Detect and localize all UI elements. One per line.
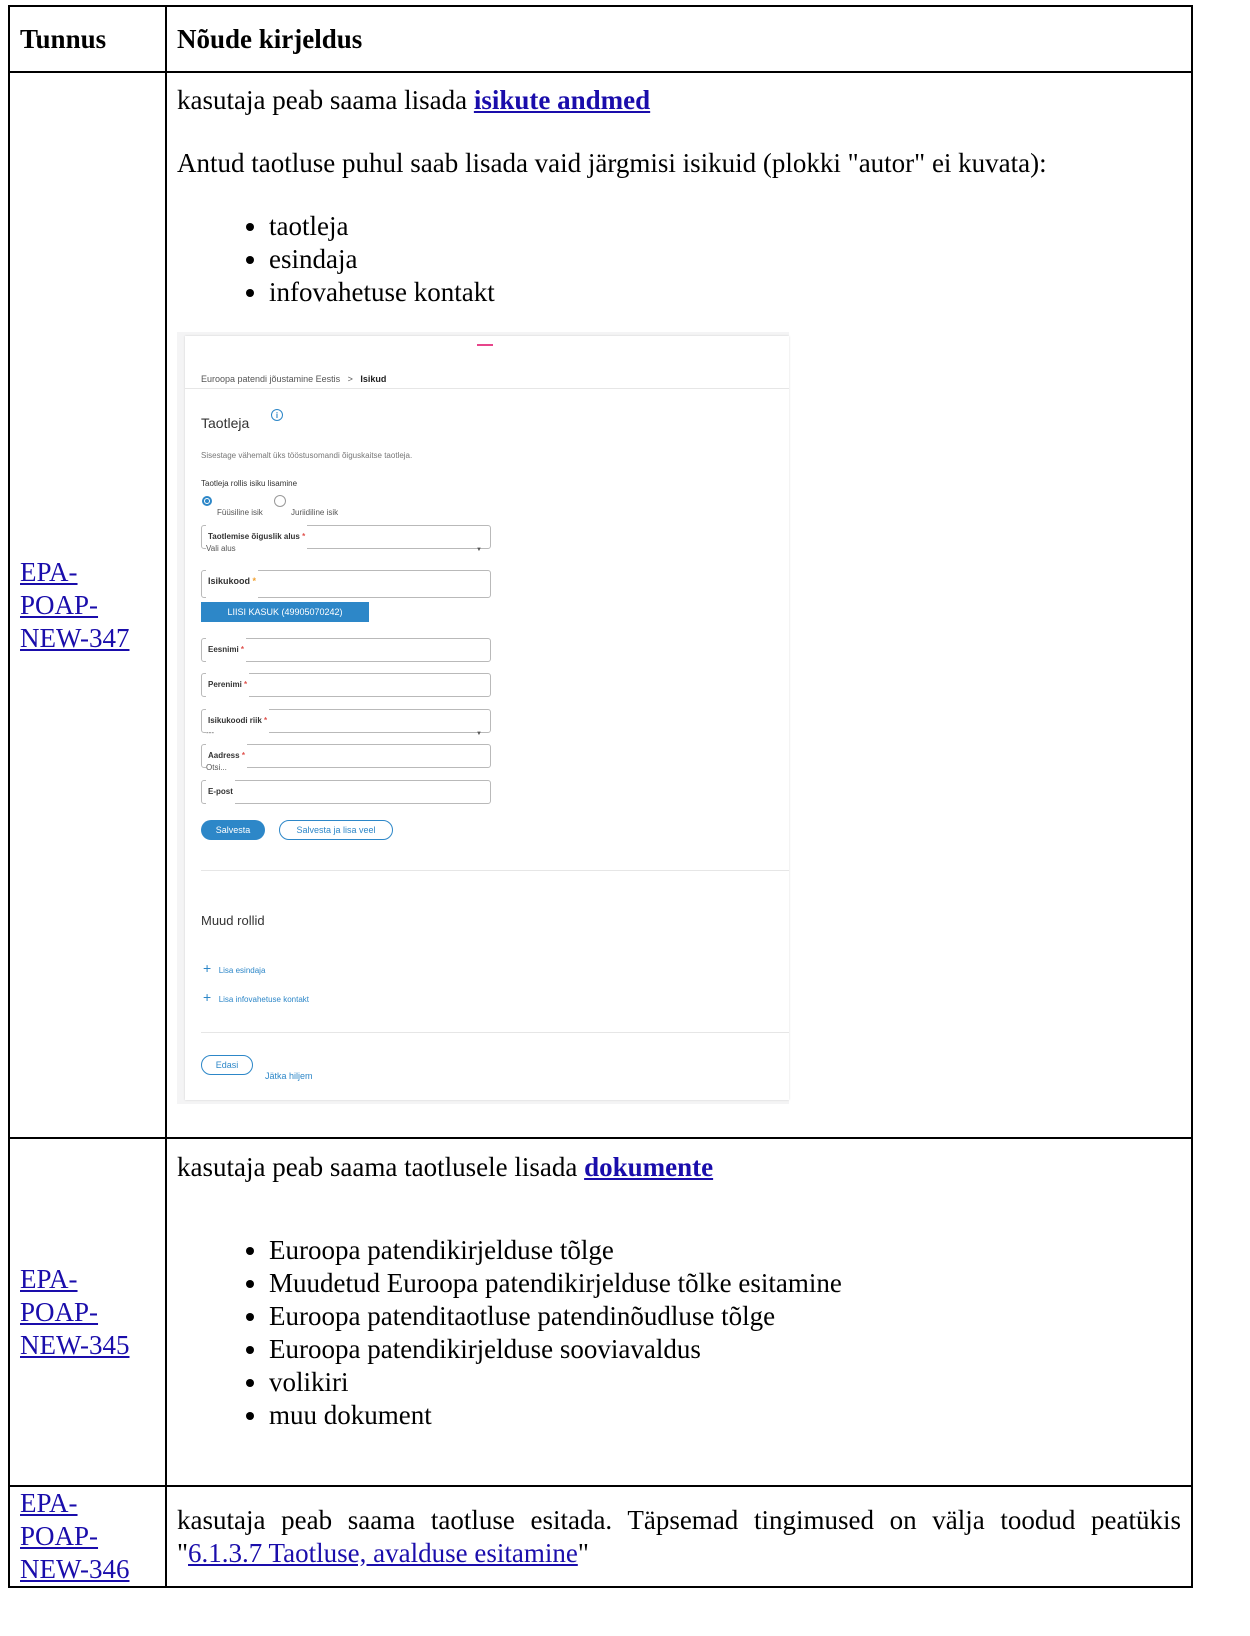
field-label: E-post	[206, 775, 235, 808]
plus-icon: +	[203, 960, 212, 976]
field-value: Vali alus	[206, 544, 236, 553]
breadcrumb: Euroopa patendi jõustamine Eestis > Isik…	[201, 363, 386, 396]
country-select[interactable]: Isikukoodi riik * --- ▼	[201, 704, 491, 737]
requirement-intro: kasutaja peab saama taotlusele lisada do…	[177, 1151, 1181, 1184]
requirement-id-part: EPA-POAP-	[20, 1488, 99, 1551]
header-tunnus: Tunnus	[8, 5, 167, 73]
list-item: Euroopa patendikirjelduse tõlge	[269, 1234, 1181, 1267]
section-title: Taotleja	[201, 415, 250, 431]
requirement-id-link[interactable]: EPA-POAP- NEW-345	[20, 1264, 129, 1360]
chevron-down-icon: ▼	[476, 547, 482, 553]
embedded-screenshot: Euroopa patendi jõustamine Eestis > Isik…	[177, 332, 789, 1104]
requirement-text-part: "	[577, 1537, 589, 1568]
documents-link[interactable]: dokumente	[584, 1152, 713, 1182]
header-noude-kirjeldus: Nõude kirjeldus	[165, 5, 1193, 73]
table-header-row: Tunnus Nõude kirjeldus	[8, 5, 1193, 73]
requirement-id-part: NEW-345	[20, 1329, 130, 1360]
requirement-id-cell: EPA-POAP- NEW-346	[8, 1485, 167, 1588]
requirement-id-part: NEW-347	[20, 622, 130, 653]
table-row: EPA-POAP- NEW-347 kasutaja peab saama li…	[8, 71, 1193, 1139]
documents-list: Euroopa patendikirjelduse tõlge Muudetud…	[177, 1234, 1181, 1432]
first-name-input[interactable]: Eesnimi *	[201, 633, 491, 666]
divider	[201, 870, 789, 871]
intro-text: kasutaja peab saama lisada	[177, 85, 474, 115]
add-contact-link[interactable]: + Lisa infovahetuse kontakt	[203, 977, 309, 1016]
persons-list: taotleja esindaja infovahetuse kontakt	[177, 210, 1181, 309]
breadcrumb-current: Isikud	[360, 374, 387, 384]
requirement-description-cell: kasutaja peab saama taotlusele lisada do…	[165, 1137, 1193, 1487]
email-input[interactable]: E-post	[201, 775, 491, 808]
requirement-id-part: NEW-346	[20, 1554, 130, 1584]
add-contact-label: Lisa infovahetuse kontakt	[218, 995, 309, 1004]
chapter-link[interactable]: 6.1.3.7 Taotluse, avalduse esitamine	[188, 1538, 578, 1568]
save-and-add-button[interactable]: Salvesta ja lisa veel	[279, 820, 393, 840]
requirement-intro: kasutaja peab saama lisada isikute andme…	[177, 84, 1181, 117]
intro-text: kasutaja peab saama taotlusele lisada	[177, 1152, 585, 1182]
info-icon[interactable]: i	[271, 409, 283, 421]
legal-basis-select[interactable]: Taotlemise õiguslik alus * Vali alus ▼	[201, 520, 491, 553]
list-item: taotleja	[269, 210, 1181, 243]
table-row: EPA-POAP- NEW-346 kasutaja peab saama ta…	[8, 1485, 1193, 1588]
form-card: Euroopa patendi jõustamine Eestis > Isik…	[185, 336, 789, 1100]
requirement-id-cell: EPA-POAP- NEW-345	[8, 1137, 167, 1487]
requirement-id-link[interactable]: EPA-POAP- NEW-346	[20, 1488, 129, 1584]
plus-icon: +	[203, 989, 212, 1005]
radio-natural-person[interactable]	[202, 496, 212, 506]
next-button[interactable]: Edasi	[201, 1055, 253, 1075]
list-item: Euroopa patenditaotluse patendinõudluse …	[269, 1300, 1181, 1333]
requirement-id-link[interactable]: EPA-POAP- NEW-347	[20, 557, 129, 653]
persons-data-link[interactable]: isikute andmed	[474, 85, 650, 115]
breadcrumb-separator: >	[347, 374, 353, 384]
top-accent	[477, 344, 493, 346]
field-label: Eesnimi *	[206, 633, 247, 666]
requirement-description-cell: kasutaja peab saama taotluse esitada. Tä…	[165, 1485, 1193, 1588]
add-representative-label: Lisa esindaja	[218, 966, 266, 975]
requirements-table: Tunnus Nõude kirjeldus EPA-POAP- NEW-347…	[8, 5, 1193, 1588]
table-row: EPA-POAP- NEW-345 kasutaja peab saama ta…	[8, 1137, 1193, 1487]
list-item: Muudetud Euroopa patendikirjelduse tõlke…	[269, 1267, 1181, 1300]
field-label: Isikukood *	[206, 565, 259, 598]
divider	[185, 388, 789, 389]
requirement-id-part: EPA-POAP-	[20, 1263, 99, 1327]
requirement-description-cell: kasutaja peab saama lisada isikute andme…	[165, 71, 1193, 1139]
requirement-note: Antud taotluse puhul saab lisada vaid jä…	[177, 148, 1047, 178]
radio-legal-person[interactable]	[274, 495, 286, 507]
address-input[interactable]: Aadress * Otsi...	[201, 739, 491, 772]
list-item: infovahetuse kontakt	[269, 276, 1181, 309]
list-item: muu dokument	[269, 1399, 1181, 1432]
id-code-suggestion[interactable]: LIISI KASUK (49905070242)	[201, 602, 369, 622]
field-label: Perenimi *	[206, 668, 250, 701]
blank-area	[455, 454, 635, 488]
divider	[201, 1032, 789, 1033]
requirement-id-part: EPA-POAP-	[20, 556, 99, 620]
continue-later-link[interactable]: Jätka hiljem	[265, 1060, 313, 1093]
save-button[interactable]: Salvesta	[201, 820, 265, 840]
list-item: Euroopa patendikirjelduse sooviavaldus	[269, 1333, 1181, 1366]
list-item: volikiri	[269, 1366, 1181, 1399]
requirement-text: kasutaja peab saama taotluse esitada. Tä…	[177, 1504, 1181, 1570]
other-roles-title: Muud rollid	[201, 913, 265, 928]
list-item: esindaja	[269, 243, 1181, 276]
breadcrumb-link[interactable]: Euroopa patendi jõustamine Eestis	[201, 374, 340, 384]
requirement-id-cell: EPA-POAP- NEW-347	[8, 71, 167, 1139]
last-name-input[interactable]: Perenimi *	[201, 668, 491, 701]
field-label: Isikukoodi riik *	[206, 704, 270, 737]
id-code-input[interactable]: Isikukood *	[201, 565, 491, 598]
